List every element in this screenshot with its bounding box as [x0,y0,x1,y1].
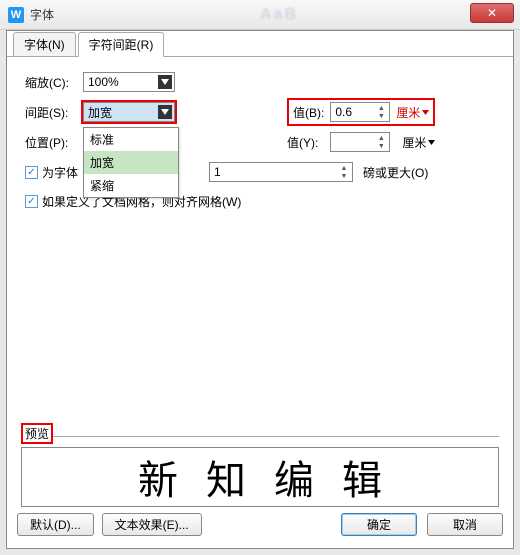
close-icon: ✕ [487,6,497,20]
chevron-down-icon [422,110,429,115]
position-by-group: 值(Y): ▲▼ 厘米 [287,132,435,152]
option-label: 加宽 [90,156,114,170]
spacing-option-condensed[interactable]: 紧缩 [84,174,178,197]
kerning-value-group: 1 ▲▼ 磅或更大(O) [209,162,428,182]
tab-font[interactable]: 字体(N) [13,32,76,56]
app-icon: W [8,7,24,23]
kerning-checkbox[interactable]: ✓ [25,166,38,179]
position-unit-dropdown[interactable]: 厘米 [402,134,435,151]
kerning-value: 1 [214,165,221,179]
chevron-down-icon [158,105,172,119]
snap-checkbox[interactable]: ✓ [25,195,38,208]
default-button-label: 默认(D)... [30,516,81,533]
spacing-label: 间距(S): [25,104,83,121]
kerning-trailing: 磅或更大(O) [363,164,428,181]
tab-row: 字体(N) 字符间距(R) [7,31,513,57]
spacing-value: 加宽 [88,104,112,121]
spacing-by-label: 值(B): [293,104,324,121]
chevron-down-icon [428,140,435,145]
kerning-label: 为字体 [42,164,78,181]
cancel-button[interactable]: 取消 [427,513,503,536]
text-effects-button[interactable]: 文本效果(E)... [102,513,202,536]
window-title: 字体 [30,6,54,23]
spinner-buttons[interactable]: ▲▼ [337,164,351,180]
scale-value: 100% [88,75,119,89]
ok-button[interactable]: 确定 [341,513,417,536]
background-blur: AaB [260,6,298,24]
option-label: 标准 [90,133,114,147]
position-by-label: 值(Y): [287,134,318,151]
chevron-down-icon [158,75,172,89]
preview-legend-label: 预览 [25,427,49,441]
scale-combo[interactable]: 100% [83,72,175,92]
button-bar: 默认(D)... 文本效果(E)... 确定 取消 [17,513,503,536]
spacing-unit-label: 厘米 [396,104,420,121]
spacing-by-highlight: 值(B): 0.6 ▲▼ 厘米 [287,98,435,126]
preview-divider [21,436,499,437]
spacing-by-value: 0.6 [335,105,352,119]
position-unit-label: 厘米 [402,134,426,151]
spacing-by-input[interactable]: 0.6 ▲▼ [330,102,390,122]
position-by-input[interactable]: ▲▼ [330,132,390,152]
tab-font-label: 字体(N) [24,38,65,52]
option-label: 紧缩 [90,179,114,193]
position-label: 位置(P): [25,134,83,151]
kerning-input[interactable]: 1 ▲▼ [209,162,353,182]
spinner-buttons[interactable]: ▲▼ [374,104,388,120]
tab-char-spacing[interactable]: 字符间距(R) [78,32,165,57]
cancel-button-label: 取消 [453,516,477,533]
default-button[interactable]: 默认(D)... [17,513,94,536]
preview-section: 预览 新知编辑 [21,423,499,507]
content-area: 缩放(C): 100% 间距(S): 加宽 值(B): 0.6 ▲▼ [7,57,513,225]
spacing-combo[interactable]: 加宽 [83,102,175,122]
spacing-unit-dropdown[interactable]: 厘米 [396,104,429,121]
tab-spacing-label: 字符间距(R) [89,38,154,52]
spacing-dropdown-list: 标准 加宽 紧缩 [83,127,179,198]
spacing-option-expanded[interactable]: 加宽 [84,151,178,174]
preview-text: 新知编辑 [110,448,410,506]
title-bar: W 字体 AaB ✕ [0,0,520,30]
preview-legend: 预览 [21,423,53,444]
spacing-by-group: 值(B): 0.6 ▲▼ 厘米 [287,98,435,126]
close-button[interactable]: ✕ [470,3,514,23]
row-scale: 缩放(C): 100% [25,69,495,95]
row-spacing: 间距(S): 加宽 值(B): 0.6 ▲▼ 厘米 [25,99,495,125]
text-effects-button-label: 文本效果(E)... [115,516,189,533]
spinner-buttons[interactable]: ▲▼ [374,134,388,150]
ok-button-label: 确定 [367,516,391,533]
preview-box: 新知编辑 [21,447,499,507]
dialog-body: 字体(N) 字符间距(R) 缩放(C): 100% 间距(S): 加宽 值(B)… [6,30,514,549]
scale-label: 缩放(C): [25,74,83,91]
spacing-option-standard[interactable]: 标准 [84,128,178,151]
